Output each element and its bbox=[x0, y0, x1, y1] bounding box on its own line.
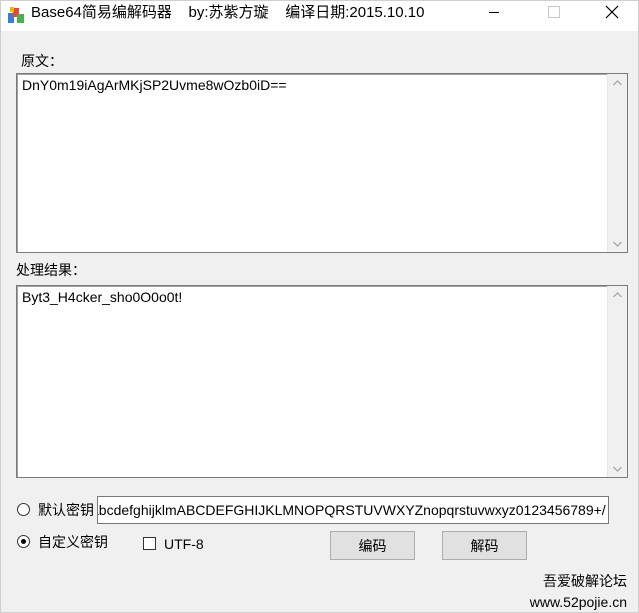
close-button[interactable] bbox=[589, 1, 635, 23]
original-text: DnY0m19iAgArMKjSP2Uvme8wOzb0iD== bbox=[22, 77, 287, 93]
decode-button[interactable]: 解码 bbox=[442, 531, 527, 560]
window-title: Base64简易编解码器 by:苏紫方璇 编译日期:2015.10.10 bbox=[31, 4, 425, 21]
result-scrollbar[interactable] bbox=[607, 286, 627, 477]
key-text: abcdefghijklmABCDEFGHIJKLMNOPQRSTUVWXYZn… bbox=[97, 502, 606, 518]
scroll-down-icon[interactable] bbox=[608, 235, 627, 252]
scroll-down-icon[interactable] bbox=[608, 460, 627, 477]
custom-key-radio[interactable] bbox=[17, 535, 30, 548]
close-icon bbox=[605, 5, 619, 19]
key-input[interactable]: abcdefghijklmABCDEFGHIJKLMNOPQRSTUVWXYZn… bbox=[97, 496, 609, 524]
main-window: Base64简易编解码器 by:苏紫方璇 编译日期:2015.10.10 原文：… bbox=[0, 0, 639, 613]
result-textarea[interactable]: Byt3_H4cker_sho0O0o0t! bbox=[16, 285, 628, 478]
default-key-radio[interactable] bbox=[17, 503, 30, 516]
utf8-label: UTF-8 bbox=[164, 536, 204, 552]
footer-url: www.52pojie.cn bbox=[529, 594, 627, 610]
scroll-up-icon[interactable] bbox=[608, 286, 627, 303]
maximize-button[interactable] bbox=[531, 1, 577, 23]
result-text: Byt3_H4cker_sho0O0o0t! bbox=[22, 289, 183, 305]
result-label: 处理结果： bbox=[16, 262, 86, 278]
title-bar[interactable]: Base64简易编解码器 by:苏紫方璇 编译日期:2015.10.10 bbox=[1, 1, 638, 31]
minimize-button[interactable] bbox=[471, 1, 517, 23]
default-key-label: 默认密钥 bbox=[38, 502, 94, 518]
custom-key-label: 自定义密钥 bbox=[38, 534, 107, 550]
original-scrollbar[interactable] bbox=[607, 74, 627, 252]
app-icon bbox=[7, 6, 25, 24]
scroll-up-icon[interactable] bbox=[608, 74, 627, 91]
original-label: 原文： bbox=[21, 53, 63, 69]
minimize-icon bbox=[489, 12, 499, 13]
maximize-icon bbox=[548, 6, 560, 18]
utf8-checkbox[interactable] bbox=[143, 537, 156, 550]
footer-forum-name: 吾爱破解论坛 bbox=[543, 573, 627, 589]
original-textarea[interactable]: DnY0m19iAgArMKjSP2Uvme8wOzb0iD== bbox=[16, 73, 628, 253]
encode-button[interactable]: 编码 bbox=[330, 531, 415, 560]
